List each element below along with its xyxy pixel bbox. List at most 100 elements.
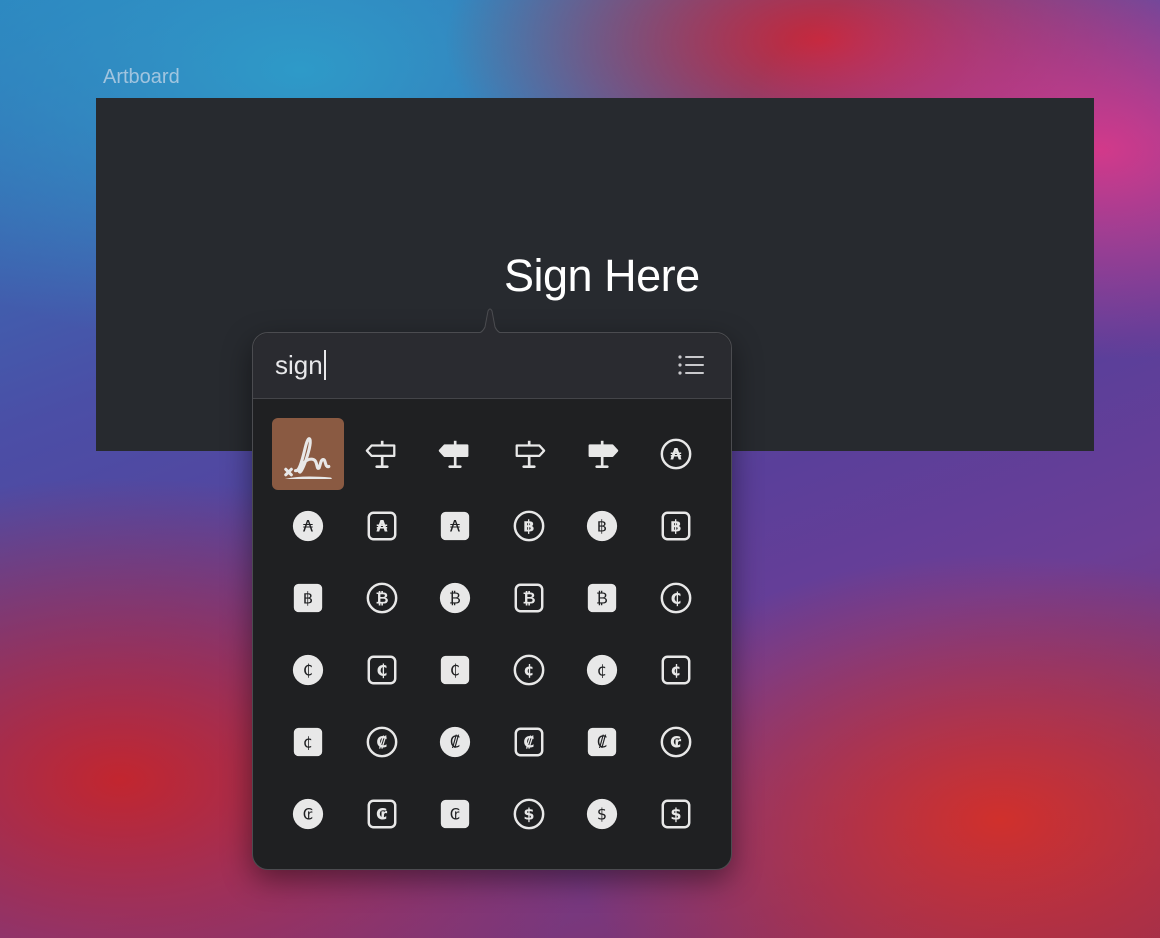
symbol-cell-coloncurrencysign-square[interactable]: ₡ — [493, 706, 565, 778]
symbol-cell-bitcoinsign-circle-fill[interactable]: ₿ — [419, 562, 491, 634]
search-bar: sign — [253, 333, 731, 399]
svg-text:₳: ₳ — [376, 517, 388, 536]
symbol-cell-cedisign-square[interactable]: ₵ — [346, 634, 418, 706]
symbol-cell-centsign-circle[interactable]: ¢ — [493, 634, 565, 706]
symbol-cell-coloncurrencysign-circle[interactable]: ₡ — [346, 706, 418, 778]
svg-text:฿: ฿ — [523, 517, 534, 536]
symbol-cell-australsign-square[interactable]: ₳ — [346, 490, 418, 562]
svg-text:₵: ₵ — [450, 661, 460, 680]
signpost-left-fill-icon — [438, 440, 469, 468]
australsign-square-fill-icon: ₳ — [441, 511, 470, 541]
svg-text:₢: ₢ — [376, 805, 387, 824]
symbol-cell-dollarsign-circle[interactable]: $ — [493, 778, 565, 850]
symbol-cell-cedisign-circle[interactable]: ₵ — [640, 562, 712, 634]
search-input[interactable]: sign — [275, 349, 326, 381]
symbol-cell-centsign-circle-fill[interactable]: ¢ — [566, 634, 638, 706]
list-view-icon[interactable] — [677, 353, 705, 377]
svg-text:₡: ₡ — [523, 733, 534, 752]
australsign-circle-icon: ₳ — [660, 438, 692, 470]
symbol-cell-centsign-square-fill[interactable]: ¢ — [272, 706, 344, 778]
svg-text:₿: ₿ — [522, 589, 535, 608]
centsign-square-fill-icon: ¢ — [293, 727, 323, 757]
symbol-cell-bitcoinsign-square[interactable]: ₿ — [493, 562, 565, 634]
symbol-cell-signpost-left[interactable] — [346, 418, 418, 490]
cruzeirosign-circle-icon: ₢ — [660, 726, 692, 758]
svg-text:₡: ₡ — [597, 733, 607, 752]
coloncurrencysign-square-icon: ₡ — [514, 727, 544, 757]
svg-text:₵: ₵ — [303, 661, 313, 680]
svg-text:₳: ₳ — [670, 445, 682, 464]
symbol-picker-popover: sign ₳ ₳ ₳ ₳ ฿ ฿ ฿ ฿ ₿ ₿ ₿ ₿ ₵ ₵ ₵ ₵ ¢ ¢… — [252, 332, 732, 870]
cruzeirosign-circle-fill-icon: ₢ — [292, 798, 324, 830]
symbol-grid: ₳ ₳ ₳ ₳ ฿ ฿ ฿ ฿ ₿ ₿ ₿ ₿ ₵ ₵ ₵ ₵ ¢ ¢ ¢ ¢ — [272, 418, 712, 850]
cedisign-circle-icon: ₵ — [660, 582, 692, 614]
symbol-cell-cruzeirosign-circle-fill[interactable]: ₢ — [272, 778, 344, 850]
svg-text:₢: ₢ — [450, 805, 460, 824]
symbol-cell-cedisign-circle-fill[interactable]: ₵ — [272, 634, 344, 706]
symbol-cell-signature[interactable] — [272, 418, 344, 490]
svg-text:₵: ₵ — [670, 589, 681, 608]
sign-here-text[interactable]: Sign Here — [504, 250, 700, 302]
signpost-right-icon — [515, 440, 546, 468]
symbol-cell-australsign-circle-fill[interactable]: ₳ — [272, 490, 344, 562]
symbol-cell-bahtsign-circle[interactable]: ฿ — [493, 490, 565, 562]
bahtsign-square-icon: ฿ — [661, 511, 691, 541]
signature-icon — [284, 437, 332, 479]
bitcoinsign-circle-fill-icon: ₿ — [440, 582, 471, 614]
svg-text:₳: ₳ — [450, 517, 461, 536]
symbol-cell-dollarsign-circle-fill[interactable]: $ — [566, 778, 638, 850]
australsign-square-icon: ₳ — [367, 511, 397, 541]
search-input-value: sign — [275, 350, 323, 380]
cedisign-square-icon: ₵ — [367, 655, 397, 685]
svg-text:₡: ₡ — [376, 733, 387, 752]
svg-text:₿: ₿ — [449, 589, 461, 608]
svg-text:₡: ₡ — [450, 733, 460, 752]
bitcoinsign-circle-icon: ₿ — [366, 582, 397, 614]
dollarsign-circle-fill-icon: $ — [587, 798, 618, 830]
centsign-circle-fill-icon: ¢ — [587, 654, 618, 686]
symbol-cell-signpost-left-fill[interactable] — [419, 418, 491, 490]
cedisign-square-fill-icon: ₵ — [441, 655, 470, 685]
cruzeirosign-square-icon: ₢ — [367, 799, 397, 829]
symbol-cell-coloncurrencysign-square-fill[interactable]: ₡ — [566, 706, 638, 778]
centsign-square-icon: ¢ — [661, 655, 691, 685]
symbol-cell-bitcoinsign-circle[interactable]: ₿ — [346, 562, 418, 634]
symbol-cell-cedisign-square-fill[interactable]: ₵ — [419, 634, 491, 706]
symbol-cell-signpost-right[interactable] — [493, 418, 565, 490]
symbol-cell-bahtsign-square[interactable]: ฿ — [640, 490, 712, 562]
bahtsign-circle-fill-icon: ฿ — [587, 510, 618, 542]
symbol-cell-cruzeirosign-circle[interactable]: ₢ — [640, 706, 712, 778]
artboard-label[interactable]: Artboard — [103, 66, 180, 89]
svg-text:₳: ₳ — [303, 517, 314, 536]
svg-text:₿: ₿ — [375, 589, 388, 608]
svg-text:$: $ — [597, 805, 607, 824]
svg-text:₢: ₢ — [303, 805, 313, 824]
signpost-right-fill-icon — [588, 440, 619, 468]
bahtsign-square-fill-icon: ฿ — [293, 583, 323, 613]
svg-text:₢: ₢ — [670, 733, 681, 752]
dollarsign-square-icon: $ — [661, 799, 691, 829]
symbol-cell-centsign-square[interactable]: ¢ — [640, 634, 712, 706]
symbol-cell-dollarsign-square[interactable]: $ — [640, 778, 712, 850]
coloncurrencysign-square-fill-icon: ₡ — [588, 727, 617, 757]
svg-text:¢: ¢ — [303, 733, 313, 752]
symbol-cell-cruzeirosign-square[interactable]: ₢ — [346, 778, 418, 850]
svg-text:$: $ — [670, 805, 681, 824]
coloncurrencysign-circle-fill-icon: ₡ — [440, 726, 471, 758]
bahtsign-circle-icon: ฿ — [513, 510, 545, 542]
cedisign-circle-fill-icon: ₵ — [292, 654, 324, 686]
symbol-cell-bahtsign-square-fill[interactable]: ฿ — [272, 562, 344, 634]
svg-text:$: $ — [523, 805, 534, 824]
symbol-cell-cruzeirosign-square-fill[interactable]: ₢ — [419, 778, 491, 850]
symbol-cell-australsign-square-fill[interactable]: ₳ — [419, 490, 491, 562]
popover-arrow — [462, 308, 518, 334]
symbol-cell-australsign-circle[interactable]: ₳ — [640, 418, 712, 490]
symbol-cell-signpost-right-fill[interactable] — [566, 418, 638, 490]
symbol-cell-coloncurrencysign-circle-fill[interactable]: ₡ — [419, 706, 491, 778]
svg-text:₵: ₵ — [376, 661, 387, 680]
symbol-cell-bahtsign-circle-fill[interactable]: ฿ — [566, 490, 638, 562]
svg-text:฿: ฿ — [597, 517, 607, 536]
centsign-circle-icon: ¢ — [513, 654, 545, 686]
symbol-cell-bitcoinsign-square-fill[interactable]: ₿ — [566, 562, 638, 634]
svg-text:₿: ₿ — [596, 589, 608, 608]
